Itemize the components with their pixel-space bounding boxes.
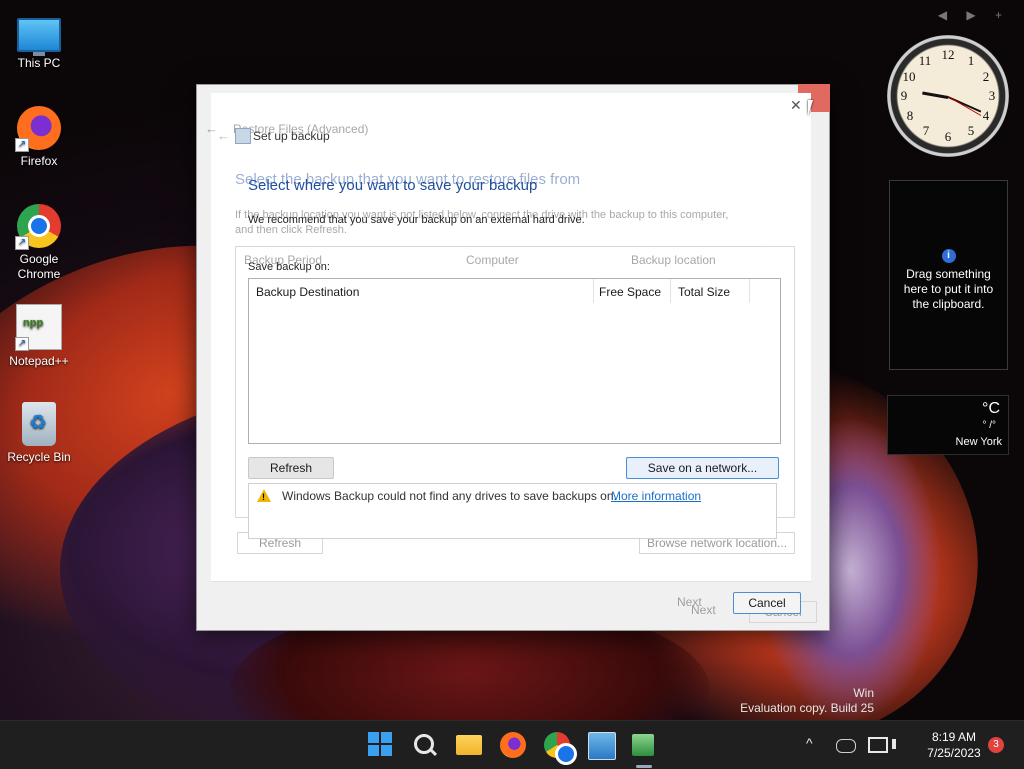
cancel-button[interactable]: Cancel — [733, 592, 801, 614]
mouse-cursor — [808, 100, 821, 116]
clock-number: 12 — [941, 47, 955, 62]
clock-number: 8 — [906, 108, 914, 123]
refresh-button[interactable]: Refresh — [248, 457, 334, 479]
onedrive-icon[interactable] — [836, 739, 856, 753]
desktop-icon-recycle-bin[interactable]: Recycle Bin — [3, 402, 75, 464]
shortcut-arrow-icon: ↗ — [15, 236, 29, 250]
clock-number: 1 — [967, 53, 975, 68]
desktop-icon-firefox[interactable]: ↗ Firefox — [3, 106, 75, 168]
weather-gadget[interactable]: °C ° /° New York — [887, 395, 1009, 455]
search-icon[interactable] — [414, 734, 434, 754]
dialog-footer — [211, 581, 811, 622]
warning-text: Windows Backup could not find any drives… — [282, 489, 617, 503]
firefox-icon: ↗ — [15, 106, 61, 152]
desktop-icon-label: Google Chrome — [17, 252, 61, 281]
chrome-icon: ↗ — [15, 204, 61, 250]
dialog-title: Set up backup — [253, 129, 330, 143]
taskbar: ^ 8:19 AM 7/25/2023 3 — [0, 720, 1024, 769]
clock-number: 9 — [900, 88, 908, 103]
destination-list[interactable]: Backup Destination Free Space Total Size — [248, 278, 781, 444]
clipboard-gadget[interactable]: i Drag something here to put it into the… — [889, 180, 1008, 370]
desktop-icon-google-chrome[interactable]: ↗ Google Chrome — [3, 204, 75, 282]
column-divider — [593, 279, 594, 303]
control-panel-icon[interactable] — [588, 732, 616, 760]
desktop-icon-label: Notepad++ — [9, 354, 69, 368]
weather-city: New York — [955, 436, 1002, 448]
tray-chevron-icon[interactable]: ^ — [806, 735, 813, 751]
gadget-navigation[interactable]: ◀ ▶ + — [938, 8, 1010, 22]
volume-icon[interactable] — [892, 739, 906, 749]
clock-gadget[interactable]: 12 1 2 3 4 5 6 7 8 9 10 11 — [887, 35, 1009, 157]
desktop-icon-label: Recycle Bin — [7, 450, 71, 464]
clock-time: 8:19 AM — [931, 730, 977, 744]
column-header-free-space[interactable]: Free Space — [599, 285, 661, 299]
ghost-next-label: Next — [691, 603, 716, 617]
back-arrow-icon[interactable]: ← — [217, 128, 230, 143]
clock-number: 10 — [902, 69, 916, 84]
desktop-icon-label: This PC — [17, 56, 61, 70]
clock-number: 11 — [918, 53, 932, 68]
backup-restore-taskbar-icon[interactable] — [632, 734, 654, 756]
ghost-column-header: Backup location — [631, 253, 716, 267]
dialog-recommendation: We recommend that you save your backup o… — [248, 214, 585, 226]
set-up-backup-dialog: ← Restore Files (Advanced) Select the ba… — [196, 84, 830, 631]
weather-unit: °C — [982, 400, 1000, 417]
weather-range: ° /° — [982, 420, 996, 431]
watermark-line: Evaluation copy. Build 25 — [740, 701, 874, 715]
network-icon[interactable] — [868, 737, 888, 753]
windows-logo-icon — [368, 732, 392, 756]
info-icon: i — [941, 249, 956, 263]
evaluation-watermark: Win Evaluation copy. Build 25 — [740, 686, 874, 716]
clock-number: 5 — [967, 123, 975, 138]
dialog-heading: Select where you want to save your backu… — [248, 177, 538, 194]
file-explorer-icon[interactable] — [456, 735, 482, 755]
warning-icon-mark: ! — [262, 492, 265, 502]
clock-second-hand — [947, 96, 982, 116]
desktop-icon-label: Firefox — [20, 154, 58, 168]
close-icon[interactable]: ✕ — [790, 97, 802, 114]
warning-panel: ! Windows Backup could not find any driv… — [248, 483, 777, 539]
clock-number: 2 — [982, 69, 990, 84]
chrome-taskbar-icon[interactable] — [544, 732, 577, 765]
desktop-icon-notepad-plus-plus[interactable]: ↗ Notepad++ — [3, 304, 75, 368]
backup-drive-icon — [235, 128, 251, 144]
save-backup-on-label: Save backup on: — [248, 261, 330, 273]
destination-list-header: Backup Destination Free Space Total Size — [249, 279, 780, 303]
notification-badge[interactable]: 3 — [988, 737, 1004, 753]
clipboard-message: Drag something here to put it into the c… — [903, 267, 994, 311]
shortcut-arrow-icon: ↗ — [15, 138, 29, 152]
ghost-column-header: Computer — [466, 253, 519, 267]
clock-number: 7 — [922, 123, 930, 138]
recycle-bin-icon — [22, 402, 56, 446]
watermark-line: Win — [853, 686, 874, 700]
notepad-plus-plus-icon: ↗ — [15, 304, 62, 351]
clock-date: 7/25/2023 — [927, 746, 981, 760]
computer-icon — [17, 18, 61, 56]
more-information-link[interactable]: More information — [611, 489, 701, 503]
column-header-total-size[interactable]: Total Size — [678, 285, 730, 299]
clock-number: 6 — [944, 129, 952, 144]
column-divider — [749, 279, 750, 303]
system-clock[interactable]: 8:19 AM 7/25/2023 — [924, 729, 984, 761]
shortcut-arrow-icon: ↗ — [15, 337, 29, 351]
save-on-network-button[interactable]: Save on a network... — [626, 457, 779, 479]
column-divider — [670, 279, 671, 303]
column-header-backup-destination[interactable]: Backup Destination — [256, 285, 359, 299]
clock-hour-hand — [922, 91, 949, 99]
clock-number: 3 — [988, 88, 996, 103]
start-button[interactable] — [368, 732, 394, 758]
firefox-taskbar-icon[interactable] — [500, 732, 526, 758]
desktop-icon-this-pc[interactable]: This PC — [3, 10, 75, 70]
